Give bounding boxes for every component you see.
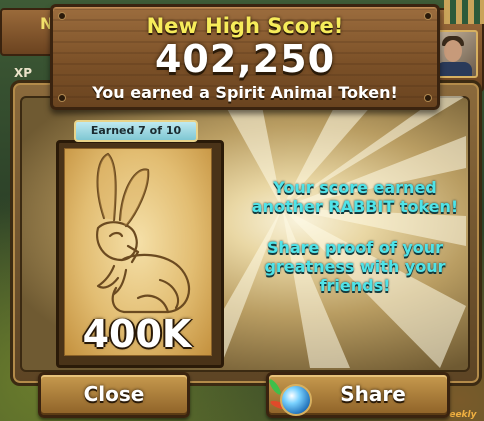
- aztec-border-decoration: [444, 0, 484, 24]
- score-value: 402,250: [154, 37, 336, 81]
- reward-subtitle: You earned a Spirit Animal Token!: [92, 83, 398, 102]
- title-plank: New High Score! 402,250 You earned a Spi…: [50, 4, 440, 110]
- share-button-label: Share: [340, 382, 406, 406]
- token-progress-badge: Earned 7 of 10: [74, 120, 198, 142]
- globe-icon: [280, 384, 312, 416]
- share-prompt-message: Share proof of your greatness with your …: [264, 238, 446, 295]
- new-high-score-heading: New High Score!: [146, 14, 344, 38]
- rabbit-icon: [96, 152, 191, 314]
- close-button[interactable]: Close: [38, 372, 190, 418]
- xp-label: XP: [14, 66, 33, 80]
- token-earned-message: Your score earned another RABBIT token!: [251, 178, 459, 216]
- token-threshold-label: 400K: [82, 312, 192, 356]
